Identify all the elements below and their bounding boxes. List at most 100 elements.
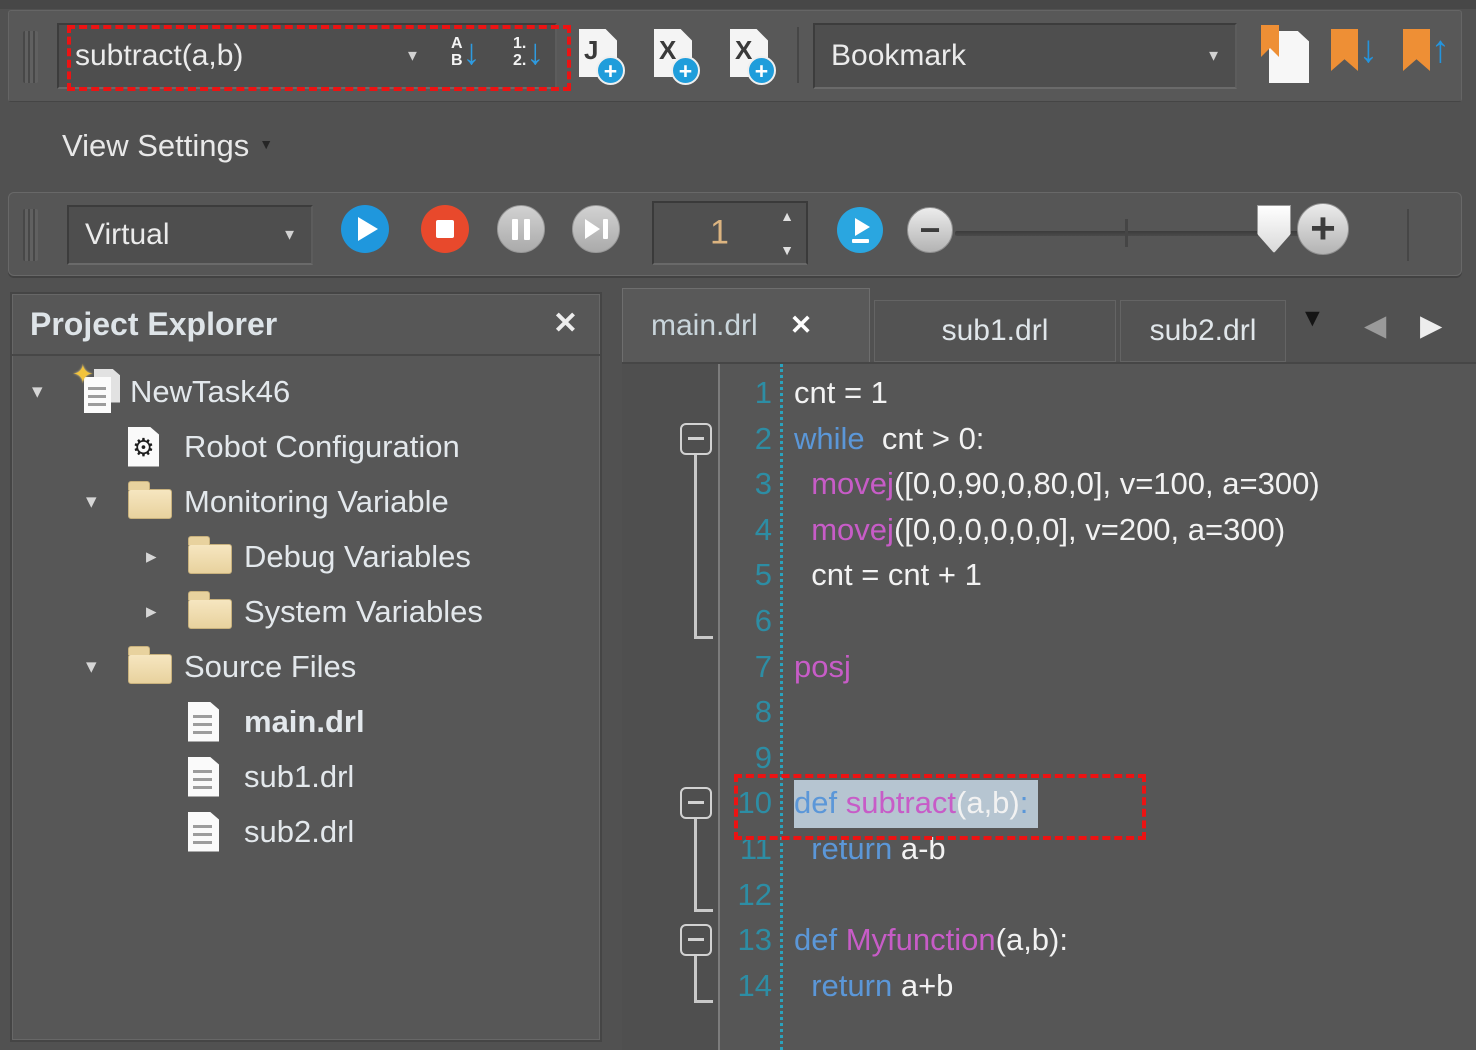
add-plus-icon: +	[747, 56, 776, 85]
code-area[interactable]: 1234567891011121314 cnt = 1while cnt > 0…	[622, 362, 1476, 1050]
sort-alphabetical-button[interactable]: A B ↓	[451, 32, 481, 72]
fold-range-line	[694, 819, 697, 909]
toggle-bookmark-button[interactable]	[1261, 27, 1313, 85]
add-script-button-2[interactable]: X +	[652, 29, 698, 83]
tab-sub2-drl[interactable]: sub2.drl	[1120, 300, 1286, 362]
tab-main-drl[interactable]: main.drl ✕	[622, 288, 870, 362]
gear-document-icon: ⚙	[128, 427, 159, 467]
tree-item-system-variables[interactable]: ▸System Variables	[12, 584, 596, 639]
mode-selector-dropdown[interactable]: Virtual ▼	[67, 205, 313, 265]
down-arrow-icon: ↓	[1359, 29, 1378, 71]
line-number: 11	[720, 826, 772, 872]
play-count-value: 1	[710, 214, 729, 253]
code-token: def	[794, 785, 846, 820]
fold-collapse-button[interactable]	[680, 423, 712, 455]
pause-button[interactable]	[497, 205, 545, 253]
bookmark-selector-value: Bookmark	[831, 39, 966, 73]
code-line-4[interactable]: movej([0,0,0,0,0,0], v=200, a=300)	[794, 507, 1476, 553]
up-arrow-icon: ↑	[1431, 29, 1450, 71]
tree-item-monitoring-variable[interactable]: ▾Monitoring Variable	[12, 474, 596, 529]
code-line-1[interactable]: cnt = 1	[794, 370, 1476, 416]
view-settings-label: View Settings	[62, 128, 249, 164]
fold-collapse-button[interactable]	[680, 924, 712, 956]
fold-range-line	[694, 455, 697, 636]
tab-list-dropdown-button[interactable]: ▼	[1300, 304, 1325, 333]
previous-bookmark-button[interactable]: ↑	[1403, 29, 1450, 71]
function-selector-dropdown[interactable]: subtract(a,b) ▼ A B ↓ 1. 2. ↓	[57, 23, 557, 89]
fold-collapse-button[interactable]	[680, 787, 712, 819]
scroll-tabs-right-button[interactable]: ▶	[1420, 308, 1442, 343]
toolbar-divider	[797, 27, 799, 83]
tab-sub1-drl[interactable]: sub1.drl	[874, 300, 1116, 362]
toolbar-grip-handle[interactable]	[23, 209, 38, 261]
speed-button[interactable]	[837, 207, 883, 253]
tree-item-sub2-drl[interactable]: sub2.drl	[12, 804, 596, 859]
tab-label: main.drl	[651, 309, 758, 343]
play-button[interactable]	[341, 205, 389, 253]
code-token: cnt = 1	[794, 375, 888, 410]
tree-expander-icon[interactable]: ▸	[146, 599, 188, 624]
code-line-8[interactable]	[794, 689, 1476, 735]
code-line-9[interactable]	[794, 735, 1476, 781]
code-token: cnt > 0:	[865, 421, 985, 456]
tree-item-main-drl[interactable]: main.drl	[12, 694, 596, 749]
tree-item-label: sub2.drl	[244, 814, 354, 850]
speed-increase-button[interactable]: +	[1297, 203, 1349, 255]
line-number: 6	[720, 598, 772, 644]
next-bookmark-button[interactable]: ↓	[1331, 29, 1378, 71]
line-number: 1	[720, 370, 772, 416]
stop-button[interactable]	[421, 205, 469, 253]
add-script-button-3[interactable]: X +	[728, 29, 774, 83]
tree-item-robot-configuration[interactable]: ⚙Robot Configuration	[12, 419, 596, 474]
play-count-spinner[interactable]: 1 ▲ ▼	[652, 201, 808, 265]
close-panel-button[interactable]: ✕	[553, 306, 578, 341]
view-settings-menu[interactable]: View Settings ▼	[62, 128, 273, 164]
tree-item-debug-variables[interactable]: ▸Debug Variables	[12, 529, 596, 584]
speed-play-icon	[855, 218, 870, 236]
speed-slider-thumb[interactable]	[1257, 205, 1291, 253]
code-line-10[interactable]: def subtract(a,b):	[794, 780, 1476, 826]
speed-slider-track[interactable]	[955, 231, 1305, 236]
project-tree: ▾✦NewTask46⚙Robot Configuration▾Monitori…	[12, 364, 596, 859]
star-badge-icon: ✦	[72, 359, 94, 390]
tree-expander-icon[interactable]: ▾	[86, 654, 128, 679]
speed-decrease-button[interactable]: −	[907, 207, 953, 253]
chevron-down-icon: ▼	[282, 227, 297, 244]
tree-item-source-files[interactable]: ▾Source Files	[12, 639, 596, 694]
sort-numeric-button[interactable]: 1. 2. ↓	[513, 32, 544, 72]
window-top-edge	[0, 0, 1476, 9]
line-number: 5	[720, 552, 772, 598]
add-plus-icon: +	[671, 56, 700, 85]
code-line-3[interactable]: movej([0,0,90,0,80,0], v=100, a=300)	[794, 461, 1476, 507]
code-line-13[interactable]: def Myfunction(a,b):	[794, 917, 1476, 963]
scroll-tabs-left-button[interactable]: ◀	[1364, 308, 1386, 343]
toolbar-grip-handle[interactable]	[23, 31, 38, 83]
code-lines: cnt = 1 while cnt > 0: movej([0,0,90,0,80…	[794, 370, 1476, 1008]
tree-item-newtask46[interactable]: ▾✦NewTask46	[12, 364, 596, 419]
code-line-5[interactable]: cnt = cnt + 1	[794, 552, 1476, 598]
step-button[interactable]	[572, 205, 620, 253]
line-number: 14	[720, 963, 772, 1009]
spinner-up-button[interactable]: ▲	[780, 208, 794, 224]
tree-expander-icon[interactable]: ▸	[146, 544, 188, 569]
gear-doc-icon: ⚙	[128, 427, 184, 467]
line-number: 8	[720, 689, 772, 735]
code-line-7[interactable]: posj	[794, 644, 1476, 690]
file-icon	[188, 812, 244, 852]
code-line-14[interactable]: return a+b	[794, 963, 1476, 1009]
spinner-down-button[interactable]: ▼	[780, 242, 794, 258]
function-selector-value: subtract(a,b)	[75, 39, 243, 73]
code-line-6[interactable]	[794, 598, 1476, 644]
code-line-2[interactable]: while cnt > 0:	[794, 416, 1476, 462]
code-line-12[interactable]	[794, 872, 1476, 918]
code-line-11[interactable]: return a-b	[794, 826, 1476, 872]
tree-expander-icon[interactable]: ▾	[86, 489, 128, 514]
selected-text: def subtract(a,b):	[794, 780, 1038, 828]
pause-icon	[512, 219, 518, 240]
bookmark-selector-dropdown[interactable]: Bookmark ▼	[813, 23, 1237, 89]
add-script-button-1[interactable]: J +	[577, 29, 623, 83]
close-tab-button[interactable]: ✕	[790, 310, 813, 341]
tree-item-sub1-drl[interactable]: sub1.drl	[12, 749, 596, 804]
tree-expander-icon[interactable]: ▾	[32, 379, 74, 404]
code-token: movej	[811, 512, 894, 547]
